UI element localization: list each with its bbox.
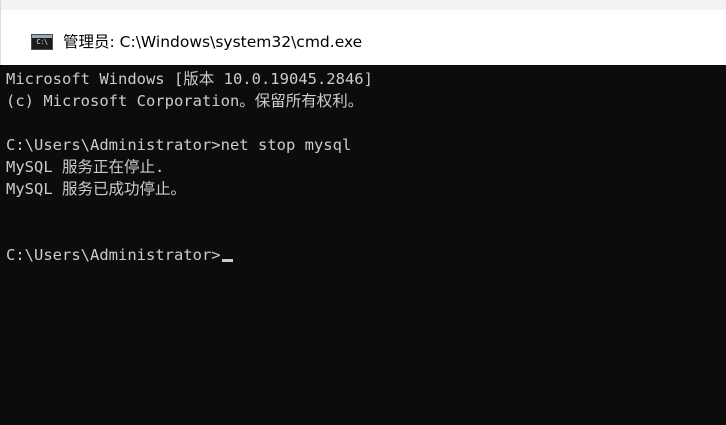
console-line: MySQL 服务已成功停止。 xyxy=(6,180,186,198)
cmd-icon-label: C:\ xyxy=(36,38,48,46)
cmd-window: C:\ 管理员: C:\Windows\system32\cmd.exe Mic… xyxy=(0,0,726,425)
window-title: 管理员: C:\Windows\system32\cmd.exe xyxy=(63,33,363,51)
title-bar[interactable]: C:\ 管理员: C:\Windows\system32\cmd.exe xyxy=(0,0,726,65)
console-line: Microsoft Windows [版本 10.0.19045.2846] xyxy=(6,70,373,88)
command-prompt: C:\Users\Administrator> xyxy=(6,246,221,264)
titlebar-edge xyxy=(1,0,726,10)
prompt-line[interactable]: C:\Users\Administrator> xyxy=(6,244,726,266)
console-output[interactable]: Microsoft Windows [版本 10.0.19045.2846] (… xyxy=(0,65,726,425)
cmd-icon[interactable]: C:\ xyxy=(31,34,53,50)
console-line: MySQL 服务正在停止. xyxy=(6,158,165,176)
console-line: C:\Users\Administrator>net stop mysql xyxy=(6,136,352,154)
console-line: (c) Microsoft Corporation。保留所有权利。 xyxy=(6,92,364,110)
text-cursor xyxy=(221,259,233,262)
